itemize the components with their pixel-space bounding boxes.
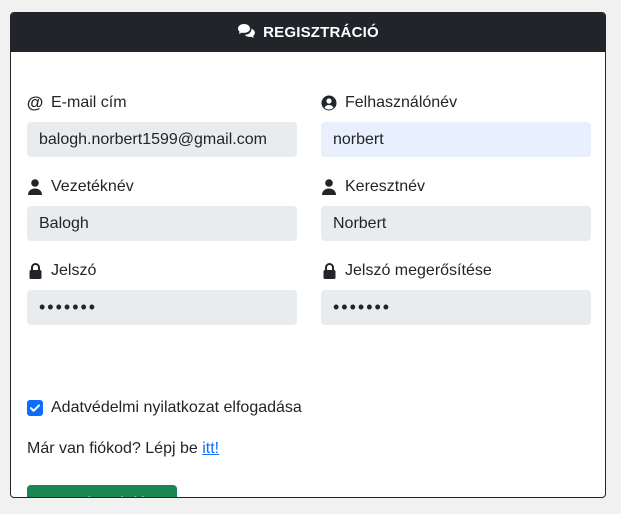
firstname-label: Keresztnév: [345, 178, 426, 195]
firstname-field[interactable]: Norbert: [321, 206, 591, 241]
email-field[interactable]: balogh.norbert1599@gmail.com: [27, 122, 297, 157]
username-field[interactable]: norbert: [321, 122, 591, 157]
privacy-row: Adatvédelmi nyilatkozat elfogadása: [27, 399, 302, 417]
password-confirm-group: Jelszó megerősítése •••••••: [321, 261, 591, 325]
firstname-group: Keresztnév Norbert: [321, 177, 591, 241]
password-confirm-field[interactable]: •••••••: [321, 290, 591, 325]
user-icon: [321, 179, 337, 195]
password-field[interactable]: •••••••: [27, 290, 297, 325]
comments-icon: [237, 23, 263, 42]
login-link[interactable]: itt!: [202, 440, 219, 457]
user-icon: [27, 179, 43, 195]
email-group: @ E-mail cím balogh.norbert1599@gmail.co…: [26, 93, 297, 157]
registration-card: REGISZTRÁCIÓ @ E-mail cím balogh.norbert…: [10, 12, 606, 498]
card-header: REGISZTRÁCIÓ: [11, 13, 605, 52]
lock-icon: [27, 263, 43, 279]
lock-icon: [321, 263, 337, 279]
lastname-group: Vezetéknév Balogh: [27, 177, 297, 241]
privacy-label[interactable]: Adatvédelmi nyilatkozat elfogadása: [51, 399, 302, 417]
login-prompt-text: Már van fiókod? Lépj be: [27, 440, 203, 457]
check-icon: [30, 404, 40, 412]
username-label: Felhasználónév: [345, 94, 458, 111]
user-circle-icon: [321, 95, 337, 111]
privacy-checkbox[interactable]: [27, 400, 43, 416]
register-button[interactable]: Regisztráció: [27, 485, 177, 497]
lastname-field[interactable]: Balogh: [27, 206, 297, 241]
page-title: REGISZTRÁCIÓ: [263, 24, 379, 41]
password-label: Jelszó: [51, 262, 97, 279]
email-label: E-mail cím: [51, 94, 127, 111]
password-confirm-label: Jelszó megerősítése: [345, 262, 492, 279]
username-group: Felhasználónév norbert: [321, 93, 591, 157]
login-prompt: Már van fiókod? Lépj be itt!: [27, 440, 219, 458]
lastname-label: Vezetéknév: [51, 178, 134, 195]
at-icon: @: [26, 93, 44, 112]
password-group: Jelszó •••••••: [27, 261, 297, 325]
